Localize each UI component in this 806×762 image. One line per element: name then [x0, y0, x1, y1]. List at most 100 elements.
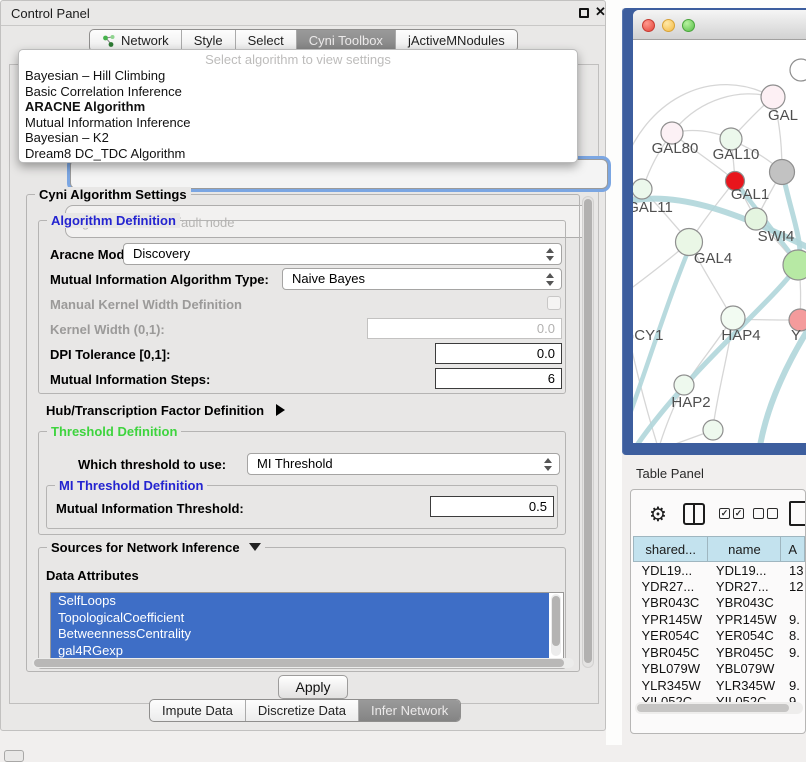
node-swi4[interactable]: [783, 250, 806, 280]
settings-group-title: Cyni Algorithm Settings: [35, 187, 191, 202]
apply-button[interactable]: Apply: [278, 675, 348, 699]
table-toolbar: ⚙ ✓✓: [631, 500, 805, 534]
column-header[interactable]: shared...: [634, 537, 708, 562]
bottom-tab-infer-network[interactable]: Infer Network: [359, 700, 460, 721]
node-table: shared...nameAYDL19...YDL19...13YDR27...…: [633, 536, 805, 710]
network-canvas[interactable]: GALGAL80GAL10GAL1GAL11SWI4GAL4GCY1HAP4YH…: [633, 40, 806, 443]
table-hscrollbar[interactable]: [635, 702, 803, 714]
node-label: GAL11: [633, 199, 673, 216]
minimize-traffic-light[interactable]: [662, 19, 675, 32]
dropdown-item[interactable]: Mutual Information Inference: [19, 115, 577, 131]
columns-icon[interactable]: [683, 503, 705, 525]
attribute-item[interactable]: gal4RGexp: [51, 643, 549, 660]
attributes-scrollbar[interactable]: [551, 594, 561, 656]
attribute-item[interactable]: BetweennessCentrality: [51, 626, 549, 643]
sources-title-text: Sources for Network Inference: [51, 540, 240, 555]
edge: [672, 94, 772, 133]
table-row[interactable]: YDL19...YDL19...13: [634, 562, 805, 579]
tab-select[interactable]: Select: [236, 30, 297, 51]
tab-style[interactable]: Style: [182, 30, 236, 51]
dropdown-item[interactable]: Bayesian – K2: [19, 130, 577, 146]
tab-cyni-toolbox[interactable]: Cyni Toolbox: [297, 30, 396, 51]
bottom-tab-discretize-data[interactable]: Discretize Data: [246, 700, 359, 721]
tab-network[interactable]: Network: [90, 30, 182, 51]
settings-hscrollbar[interactable]: [32, 658, 574, 668]
attribute-item[interactable]: TopologicalCoefficient: [51, 610, 549, 627]
mi-type-combo[interactable]: Naive Bayes: [282, 268, 562, 290]
table-row[interactable]: YER054CYER054C8.: [634, 628, 805, 645]
table-cell: [781, 595, 805, 612]
collapse-down-icon: [249, 543, 261, 551]
table-cell: YDR27...: [708, 578, 781, 595]
table-cell: 12: [781, 578, 805, 595]
node-unlabeled[interactable]: [745, 208, 767, 230]
spinner-icon: [544, 458, 552, 471]
table-row[interactable]: YBL079WYBL079W: [634, 661, 805, 678]
export-table-icon[interactable]: [789, 501, 806, 526]
inference-algorithm-combo[interactable]: [70, 159, 608, 189]
spinner-icon: [546, 248, 554, 261]
bottom-tab-label: Infer Network: [371, 703, 448, 718]
dropdown-item[interactable]: Basic Correlation Inference: [19, 84, 577, 100]
table-row[interactable]: YBR043CYBR043C: [634, 595, 805, 612]
kernel-width-label: Kernel Width (0,1):: [50, 322, 165, 337]
table-row[interactable]: YBR045CYBR045C9.: [634, 644, 805, 661]
table-cell: YDL19...: [634, 562, 708, 579]
column-header[interactable]: name: [708, 537, 781, 562]
table-cell: 9.: [781, 677, 805, 694]
manual-kernel-checkbox[interactable]: [547, 296, 561, 310]
node-hap2[interactable]: [674, 375, 694, 395]
aracne-mode-combo[interactable]: Discovery: [123, 243, 562, 265]
float-icon[interactable]: [579, 8, 589, 18]
mi-steps-field[interactable]: 6: [435, 368, 562, 389]
mi-threshold-title: MI Threshold Definition: [55, 478, 207, 493]
node-unlabeled[interactable]: [790, 59, 806, 81]
table-row[interactable]: YDR27...YDR27...12: [634, 578, 805, 595]
dropdown-item[interactable]: Dream8 DC_TDC Algorithm: [19, 146, 577, 162]
node-unlabeled[interactable]: [770, 160, 795, 185]
window-title: Control Panel: [11, 6, 90, 21]
tab-label: Cyni Toolbox: [309, 33, 383, 48]
sources-title[interactable]: Sources for Network Inference: [47, 540, 265, 555]
mi-threshold-field[interactable]: 0.5: [430, 496, 554, 517]
aracne-mode-value: Discovery: [133, 246, 190, 261]
attribute-item[interactable]: SelfLoops: [51, 593, 549, 610]
dropdown-item[interactable]: ARACNE Algorithm: [19, 99, 577, 115]
close-traffic-light[interactable]: [642, 19, 655, 32]
dpi-tolerance-field[interactable]: 0.0: [435, 343, 562, 364]
table-row[interactable]: YLR345WYLR345W9.: [634, 677, 805, 694]
node-gal[interactable]: [761, 85, 785, 109]
algorithm-definition-title: Algorithm Definition: [47, 213, 180, 228]
mi-steps-label: Mutual Information Steps:: [50, 372, 210, 387]
deselect-all-checks-icon[interactable]: [753, 508, 778, 519]
table-cell: YDR27...: [634, 578, 708, 595]
manual-kernel-label: Manual Kernel Width Definition: [50, 297, 242, 312]
node-label: HAP2: [671, 394, 710, 411]
network-view-window: GALGAL80GAL10GAL1GAL11SWI4GAL4GCY1HAP4YH…: [633, 10, 806, 443]
expand-right-icon: [276, 404, 285, 416]
table-cell: [781, 661, 805, 678]
node-unlabeled[interactable]: [703, 420, 723, 440]
kernel-width-field[interactable]: 0.0: [367, 318, 562, 339]
minimized-panel-icon[interactable]: [4, 750, 24, 762]
gear-icon[interactable]: ⚙: [649, 502, 667, 527]
tab-jactivemnodules[interactable]: jActiveMNodules: [396, 30, 517, 51]
node-gal11[interactable]: [633, 179, 652, 199]
edge-thick: [759, 328, 806, 443]
zoom-traffic-light[interactable]: [682, 19, 695, 32]
algorithm-dropdown: Select algorithm to view settingsBayesia…: [18, 49, 578, 163]
select-all-checks-icon[interactable]: ✓✓: [719, 508, 744, 519]
column-header[interactable]: A: [781, 537, 805, 562]
node-label: GCY1: [633, 327, 663, 344]
close-icon[interactable]: ✕: [595, 4, 606, 20]
dropdown-item[interactable]: Bayesian – Hill Climbing: [19, 68, 577, 84]
which-threshold-label: Which threshold to use:: [78, 457, 226, 472]
which-threshold-combo[interactable]: MI Threshold: [247, 453, 560, 475]
node-label: Y: [791, 327, 801, 344]
hub-definition-toggle[interactable]: Hub/Transcription Factor Definition: [46, 403, 285, 418]
table-row[interactable]: YPR145WYPR145W9.: [634, 611, 805, 628]
table-cell: 9.: [781, 611, 805, 628]
settings-vscrollbar[interactable]: [582, 196, 594, 668]
node-label: GAL10: [713, 146, 760, 163]
bottom-tab-impute-data[interactable]: Impute Data: [150, 700, 246, 721]
